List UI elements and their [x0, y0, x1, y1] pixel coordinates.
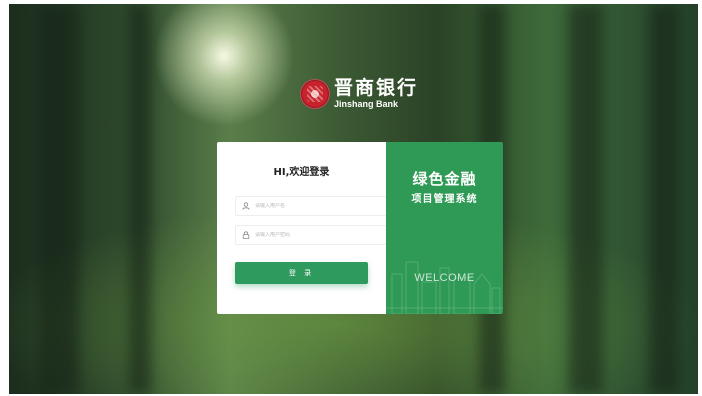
tree-trunk [569, 4, 603, 394]
password-input[interactable] [255, 232, 365, 238]
username-input[interactable] [255, 203, 365, 209]
panel-subtitle: 项目管理系统 [411, 194, 478, 205]
user-icon [242, 202, 250, 210]
login-form: HI,欢迎登录 登 录 [217, 142, 387, 314]
tree-trunk [39, 4, 79, 394]
system-info-panel: 绿色金融 项目管理系统 WELCOME [386, 142, 503, 314]
panel-title: 绿色金融 [412, 170, 477, 188]
bank-logo: 晋商银行 Jinshang Bank [300, 79, 418, 109]
lock-icon [242, 231, 250, 239]
password-field[interactable] [235, 225, 387, 245]
username-field[interactable] [235, 196, 387, 216]
welcome-text: WELCOME [414, 272, 475, 284]
jinshang-bank-logo-icon [300, 79, 330, 109]
bank-name-cn: 晋商银行 [334, 77, 419, 99]
login-button[interactable]: 登 录 [235, 262, 368, 284]
tree-trunk [129, 4, 151, 394]
tree-trunk [649, 4, 679, 394]
login-greeting: HI,欢迎登录 [273, 167, 330, 178]
bank-name-en: Jinshang Bank [334, 99, 399, 109]
bank-name: 晋商银行 Jinshang Bank [334, 79, 418, 109]
